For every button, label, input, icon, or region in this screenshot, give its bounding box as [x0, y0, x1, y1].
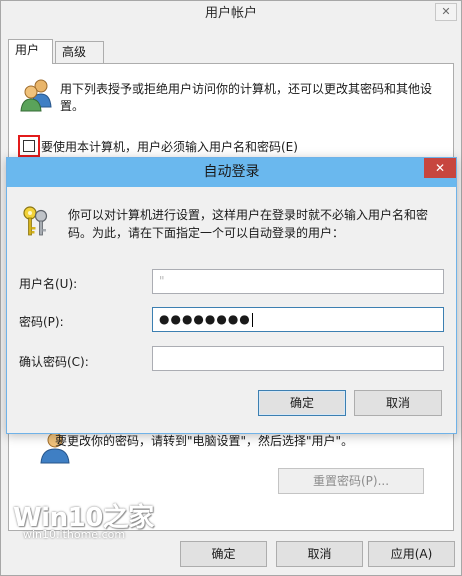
change-password-hint: 要更改你的密码，请转到"电脑设置"，然后选择"用户"。: [55, 434, 354, 448]
confirm-password-field[interactable]: [152, 346, 444, 371]
tab-users[interactable]: 用户: [8, 39, 53, 64]
password-label: 密码(P):: [19, 315, 64, 329]
username-field[interactable]: ": [152, 269, 444, 294]
users-icon: [20, 79, 52, 112]
auto-logon-dialog: 自动登录 ✕ 你可以对计算机进行设置，这样用户在登录时就不必输入用户名和密码。为…: [6, 157, 457, 434]
username-label: 用户名(U):: [19, 277, 78, 291]
apply-button[interactable]: 应用(A): [368, 541, 455, 567]
cancel-button[interactable]: 取消: [354, 390, 442, 416]
auto-logon-description: 你可以对计算机进行设置，这样用户在登录时就不必输入用户名和密码。为此，请在下面指…: [68, 208, 429, 240]
text-caret: [251, 312, 253, 327]
require-login-checkbox[interactable]: [23, 140, 35, 152]
intro-text: 用下列表授予或拒绝用户访问你的计算机，还可以更改其密码和其他设置。: [60, 82, 433, 113]
require-login-option[interactable]: 要使用本计算机，用户必须输入用户名和密码(E): [18, 135, 298, 157]
window-title: 用户帐户: [1, 1, 461, 31]
confirm-password-label: 确认密码(C):: [19, 355, 89, 369]
tab-advanced[interactable]: 高级: [55, 41, 104, 64]
ok-button[interactable]: 确定: [258, 390, 346, 416]
require-login-label: 要使用本计算机，用户必须输入用户名和密码(E): [41, 139, 298, 154]
highlight-box: [18, 135, 40, 157]
reset-password-button[interactable]: 重置密码(P)...: [278, 468, 424, 494]
watermark-url: win10.ithome.com: [23, 528, 126, 541]
ok-button[interactable]: 确定: [180, 541, 267, 567]
cancel-button[interactable]: 取消: [276, 541, 363, 567]
password-field[interactable]: ●●●●●●●●: [152, 307, 444, 332]
password-mask: ●●●●●●●●: [159, 312, 251, 326]
dialog-title: 自动登录: [7, 158, 456, 187]
close-icon[interactable]: ✕: [435, 3, 457, 21]
keys-icon: [23, 206, 48, 236]
close-icon[interactable]: ✕: [424, 158, 456, 178]
